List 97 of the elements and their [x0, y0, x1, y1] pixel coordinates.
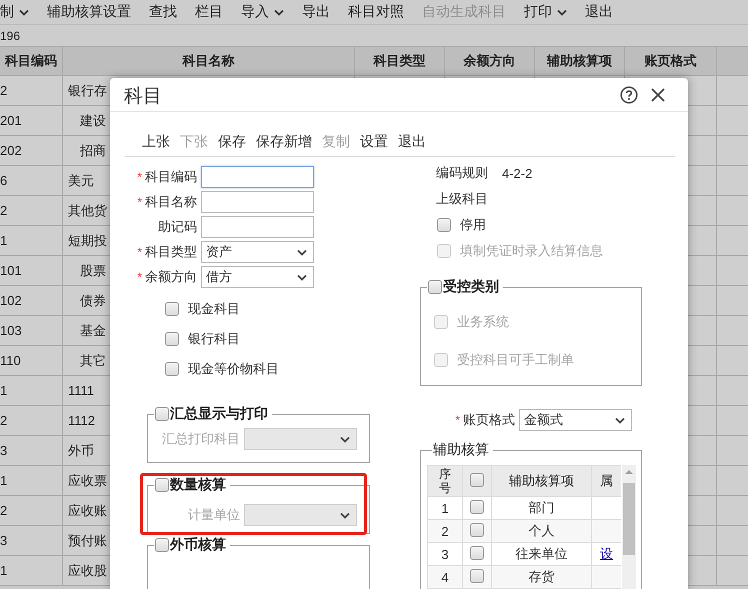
table-cell: 103 — [0, 316, 63, 345]
checkbox[interactable] — [428, 280, 442, 294]
table-cell: 1 — [0, 556, 63, 585]
help-icon[interactable] — [620, 86, 638, 104]
group-title: 辅助核算 — [433, 441, 489, 459]
toolbar-button[interactable]: 导出 — [302, 3, 330, 21]
required-mark: * — [137, 170, 142, 184]
table-cell: 2 — [0, 76, 63, 105]
checkbox[interactable] — [470, 546, 484, 560]
toolbar-button[interactable]: 退出 — [585, 3, 613, 21]
field-label: 账页格式 — [463, 411, 515, 429]
required-mark: * — [137, 195, 142, 209]
caret-icon — [340, 436, 350, 442]
field-label: 科目名称 — [145, 193, 197, 211]
toolbar-button[interactable]: 查找 — [149, 3, 177, 21]
text-field[interactable] — [201, 216, 314, 238]
text-field[interactable] — [201, 166, 314, 188]
record-count: 196 — [0, 28, 20, 42]
dropdown[interactable]: 借方 — [201, 266, 314, 288]
field-label: 计量单位 — [188, 506, 240, 524]
toolbar-button[interactable]: 制 — [0, 3, 29, 21]
column-header: 序号 — [428, 466, 462, 496]
table-cell: 2 — [428, 520, 462, 542]
checkbox-label: 现金等价物科目 — [188, 360, 279, 378]
toolbar-button[interactable]: 科目对照 — [348, 3, 404, 21]
table-cell: 2 — [0, 196, 63, 225]
table-cell: 1 — [0, 376, 63, 405]
checkbox[interactable] — [165, 302, 179, 316]
caret-icon — [297, 248, 307, 256]
table-cell: 1 — [0, 466, 63, 495]
table-cell: 个人 — [492, 520, 592, 542]
checkbox-label: 停用 — [460, 216, 486, 234]
toolbar-button[interactable]: 保存新增 — [256, 133, 312, 151]
toolbar-button[interactable]: 栏目 — [195, 3, 223, 21]
table-cell: 2 — [0, 406, 63, 435]
table-cell: 存货 — [492, 566, 592, 588]
checkbox[interactable] — [470, 500, 484, 514]
field-label: 上级科目 — [436, 190, 488, 208]
group-title: 汇总显示与打印 — [170, 405, 268, 423]
table-cell: 102 — [0, 286, 63, 315]
checkbox[interactable] — [437, 218, 451, 232]
checkbox[interactable] — [155, 538, 169, 552]
field-value: 4-2-2 — [502, 166, 532, 180]
scrollbar[interactable] — [622, 465, 636, 589]
close-icon[interactable] — [650, 86, 666, 102]
caret-icon — [297, 274, 307, 280]
column-header: 属 — [592, 466, 621, 496]
toolbar-button[interactable]: 辅助核算设置 — [47, 3, 131, 21]
dropdown[interactable]: 金额式 — [519, 409, 632, 431]
column-header[interactable]: 账页格式 — [625, 47, 717, 75]
table-cell: 6 — [0, 166, 63, 195]
group-title: 外币核算 — [170, 536, 226, 554]
column-header[interactable]: 科目名称 — [63, 47, 355, 75]
text-field[interactable] — [201, 191, 314, 213]
caret-icon — [340, 512, 350, 518]
table-cell: 3 — [0, 526, 63, 555]
checkbox-label: 受控科目可手工制单 — [457, 351, 574, 369]
dropdown[interactable]: 资产 — [201, 241, 314, 263]
checkbox-label: 业务系统 — [457, 313, 509, 331]
table-cell: 1 — [0, 226, 63, 255]
field-label: 余额方向 — [145, 268, 197, 286]
required-mark: * — [455, 413, 460, 427]
field-label: 编码规则 — [436, 164, 488, 182]
table-cell: 110 — [0, 346, 63, 375]
group-title: 受控类别 — [443, 278, 499, 296]
group-title: 数量核算 — [170, 476, 226, 494]
checkbox[interactable] — [155, 478, 169, 492]
checkbox[interactable] — [165, 332, 179, 346]
column-header: 辅助核算项 — [492, 466, 592, 496]
toolbar-button[interactable]: 打印 — [524, 3, 567, 21]
checkbox[interactable] — [470, 568, 484, 582]
table-cell: 2 — [0, 496, 63, 525]
column-header[interactable]: 辅助核算项 — [535, 47, 625, 75]
table-cell: 4 — [428, 566, 462, 588]
toolbar-button[interactable]: 导入 — [241, 3, 284, 21]
toolbar-button[interactable]: 保存 — [218, 133, 246, 151]
checkbox[interactable] — [470, 472, 484, 486]
checkbox-label: 填制凭证时录入结算信息 — [460, 242, 603, 260]
toolbar-button[interactable]: 退出 — [398, 133, 426, 151]
toolbar-button[interactable]: 上张 — [142, 133, 170, 151]
checkbox-label: 现金科目 — [188, 300, 240, 318]
checkbox[interactable] — [165, 362, 179, 376]
column-header[interactable]: 科目编码 — [0, 47, 63, 75]
table-cell: 101 — [0, 256, 63, 285]
checkbox[interactable] — [470, 522, 484, 536]
table-cell: 201 — [0, 106, 63, 135]
table-cell: 3 — [0, 436, 63, 465]
column-header[interactable]: 余额方向 — [445, 47, 535, 75]
table-cell: 202 — [0, 136, 63, 165]
checkbox[interactable] — [155, 407, 169, 421]
checkbox-label: 银行科目 — [188, 330, 240, 348]
column-header[interactable]: 科目类型 — [355, 47, 445, 75]
required-mark: * — [137, 270, 142, 284]
toolbar-button[interactable]: 设置 — [360, 133, 388, 151]
field-label: 科目编码 — [145, 168, 197, 186]
caret-icon — [615, 416, 625, 424]
scroll-up-icon[interactable] — [625, 469, 633, 475]
